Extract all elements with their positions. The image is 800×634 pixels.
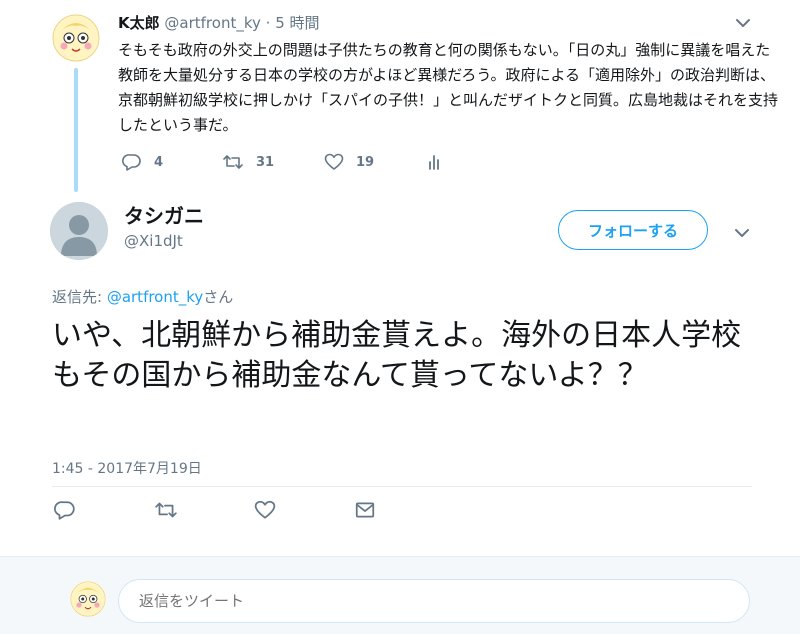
parent-author-handle[interactable]: @artfront_ky	[164, 14, 260, 32]
reply-input[interactable]	[118, 579, 750, 623]
main-tweet: タシガニ @Xi1dJt フォローする 返信先: @artfront_kyさん …	[0, 196, 800, 556]
retweet-button[interactable]	[154, 499, 254, 521]
heart-icon	[254, 499, 276, 521]
replying-to-mention[interactable]: @artfront_ky	[107, 288, 203, 306]
reply-composer	[0, 556, 800, 634]
reply-icon	[54, 499, 76, 521]
main-avatar[interactable]	[50, 202, 108, 260]
default-profile-icon	[50, 202, 108, 260]
follow-button[interactable]: フォローする	[558, 210, 708, 250]
chevron-down-icon[interactable]	[734, 14, 752, 32]
reply-button[interactable]	[54, 499, 154, 521]
envelope-icon	[354, 499, 376, 521]
replying-to: 返信先: @artfront_kyさん	[52, 286, 233, 307]
divider	[52, 486, 752, 487]
main-author-name[interactable]: タシガニ	[124, 200, 204, 229]
thread-connector-line	[74, 68, 78, 192]
main-author-handle[interactable]: @Xi1dJt	[124, 232, 183, 250]
retweet-button[interactable]: 31	[222, 152, 324, 172]
direct-message-button[interactable]	[354, 499, 376, 521]
chevron-down-icon[interactable]	[733, 224, 751, 242]
parent-tweet-text: そもそも政府の外交上の問題は子供たちの教育と何の関係もない。「日の丸」強制に異議…	[118, 41, 779, 134]
retweet-count: 31	[256, 154, 275, 170]
reply-button[interactable]: 4	[122, 152, 222, 172]
reply-count: 4	[154, 154, 164, 170]
retweet-icon	[222, 152, 244, 172]
parent-avatar[interactable]	[52, 14, 100, 62]
like-count: 19	[356, 154, 375, 170]
main-timestamp[interactable]: 1:45 - 2017年7月19日	[52, 458, 202, 478]
reply-icon	[122, 152, 142, 172]
main-tweet-text: いや、北朝鮮から補助金貰えよ。海外の日本人学校もその国から補助金なんて貰ってない…	[52, 318, 742, 393]
replying-to-suffix: さん	[203, 288, 234, 306]
baby-face-avatar-icon	[52, 14, 100, 62]
heart-icon	[324, 152, 344, 172]
parent-timestamp[interactable]: 5 時間	[275, 14, 319, 32]
parent-header: K太郎 @artfront_ky · 5 時間	[118, 12, 320, 33]
analytics-icon	[424, 152, 444, 172]
parent-author-name[interactable]: K太郎	[118, 14, 160, 32]
like-button[interactable]	[254, 499, 354, 521]
main-action-bar	[54, 499, 376, 521]
like-button[interactable]: 19	[324, 152, 424, 172]
retweet-icon	[154, 499, 178, 521]
separator-dot: ·	[265, 14, 271, 32]
analytics-button[interactable]	[424, 152, 444, 172]
parent-tweet[interactable]: K太郎 @artfront_ky · 5 時間 そもそも政府の外交上の問題は子供…	[0, 0, 800, 196]
parent-action-bar: 4 31 19	[122, 152, 444, 172]
baby-face-avatar-icon	[70, 581, 106, 617]
replying-to-prefix: 返信先:	[52, 288, 107, 306]
current-user-avatar	[70, 581, 106, 617]
